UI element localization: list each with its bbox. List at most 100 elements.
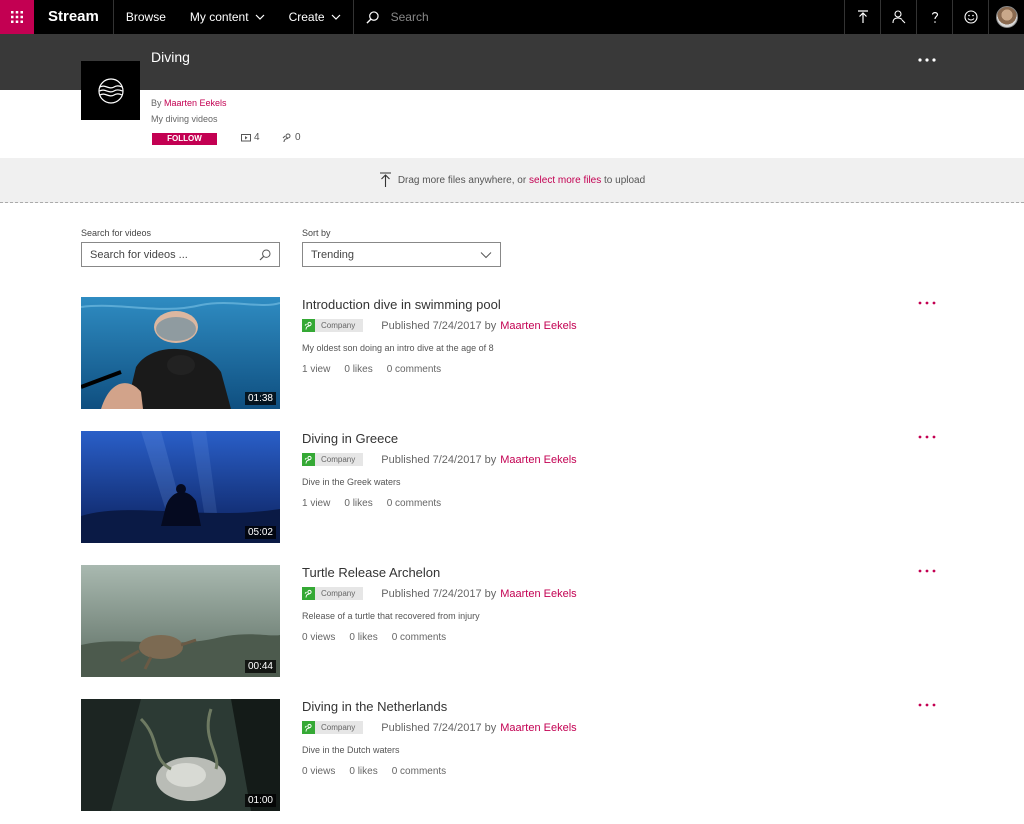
video-duration: 00:44 [244, 660, 276, 673]
video-icon [241, 133, 251, 141]
waffle-icon [11, 11, 23, 23]
channel-more-options-icon[interactable] [916, 52, 938, 68]
video-thumbnail[interactable]: 00:44 [81, 565, 280, 677]
channel-video-count: 4 [241, 132, 260, 143]
view-count: 0 views [302, 632, 336, 643]
visibility-badge-label: Company [321, 723, 356, 732]
global-search-placeholder: Search [390, 10, 429, 24]
more-options-icon[interactable] [917, 433, 937, 441]
upload-arrow-icon [379, 172, 391, 187]
video-duration: 01:00 [244, 794, 276, 807]
search-videos-input[interactable]: Search for videos ... [81, 242, 280, 267]
comment-count: 0 comments [391, 632, 447, 643]
sort-by-label: Sort by [302, 228, 331, 238]
company-icon [302, 453, 315, 466]
video-description: Dive in the Greek waters [302, 477, 401, 487]
global-search-input[interactable]: Search [354, 0, 844, 34]
video-thumbnail[interactable]: 01:00 [81, 699, 280, 811]
channel-title: Diving [151, 49, 190, 65]
like-count: 0 likes [349, 632, 378, 643]
company-icon [302, 587, 315, 600]
upload-icon [857, 10, 868, 23]
more-options-icon[interactable] [917, 299, 937, 307]
people-button[interactable] [880, 0, 916, 34]
follower-count-value: 0 [295, 132, 301, 143]
nav-create-label: Create [288, 10, 325, 24]
video-duration: 05:02 [244, 526, 276, 539]
author-link[interactable]: Maarten Eekels [500, 588, 576, 600]
video-title[interactable]: Diving in Greece [302, 431, 398, 446]
follow-button[interactable]: FOLLOW [152, 133, 217, 145]
visibility-badge: Company [302, 721, 364, 734]
video-stats: 0 views 0 likes 0 comments [302, 766, 446, 777]
upload-button[interactable] [844, 0, 880, 34]
company-icon [302, 319, 315, 332]
chevron-down-icon [255, 14, 265, 20]
more-options-icon[interactable] [917, 701, 937, 709]
account-button[interactable] [988, 0, 1024, 34]
upload-text: Drag more files anywhere, or select more… [398, 175, 645, 186]
video-stats: 0 views 0 likes 0 comments [302, 632, 446, 643]
video-duration: 01:38 [244, 392, 276, 405]
video-description: My oldest son doing an intro dive at the… [302, 343, 494, 353]
like-count: 0 likes [344, 498, 373, 509]
video-meta: Company Published 7/24/2017 by Maarten E… [302, 721, 577, 734]
video-stats: 1 view 0 likes 0 comments [302, 498, 441, 509]
video-list-item[interactable]: 05:02 Diving in Greece Company Published… [81, 431, 951, 543]
comment-count: 0 comments [386, 364, 442, 375]
nav-browse-label: Browse [125, 10, 166, 24]
app-launcher-button[interactable] [0, 0, 34, 34]
comment-count: 0 comments [391, 766, 447, 777]
smiley-icon [963, 10, 978, 24]
help-button[interactable] [916, 0, 952, 34]
video-title[interactable]: Introduction dive in swimming pool [302, 297, 501, 312]
channel-description: My diving videos [151, 114, 218, 124]
video-thumbnail[interactable]: 01:38 [81, 297, 280, 409]
video-description: Release of a turtle that recovered from … [302, 611, 480, 621]
upload-drop-zone[interactable]: Drag more files anywhere, or select more… [0, 158, 1024, 203]
video-list-item[interactable]: 01:38 Introduction dive in swimming pool… [81, 297, 951, 409]
view-count: 0 views [302, 766, 336, 777]
more-options-icon[interactable] [917, 567, 937, 575]
channel-logo [81, 61, 140, 120]
video-list-item[interactable]: 01:00 Diving in the Netherlands Company … [81, 699, 951, 811]
visibility-badge-label: Company [321, 589, 356, 598]
app-brand[interactable]: Stream [34, 0, 113, 34]
view-count: 1 view [302, 498, 331, 509]
like-count: 0 likes [344, 364, 373, 375]
search-videos-placeholder: Search for videos ... [90, 248, 188, 261]
feedback-button[interactable] [952, 0, 988, 34]
channel-follower-count: 0 [282, 132, 301, 143]
search-videos-label: Search for videos [81, 228, 152, 238]
search-icon [259, 248, 271, 260]
chevron-down-icon [480, 251, 492, 258]
video-title[interactable]: Turtle Release Archelon [302, 565, 440, 580]
visibility-badge: Company [302, 319, 364, 332]
video-list-item[interactable]: 00:44 Turtle Release Archelon Company Pu… [81, 565, 951, 677]
company-icon [302, 721, 315, 734]
nav-my-content-label: My content [189, 10, 249, 24]
video-count-value: 4 [254, 132, 260, 143]
sort-by-select[interactable]: Trending [302, 242, 501, 267]
author-link[interactable]: Maarten Eekels [500, 722, 576, 734]
followers-icon [282, 133, 291, 142]
author-link[interactable]: Maarten Eekels [500, 320, 576, 332]
visibility-badge: Company [302, 453, 364, 466]
channel-owner-link[interactable]: Maarten Eekels [164, 98, 227, 108]
top-navigation-bar: Stream Browse My content Create Search [0, 0, 1024, 34]
channel-owner-prefix: By [151, 98, 165, 108]
upload-text-suffix: to upload [601, 174, 646, 186]
avatar [995, 6, 1018, 28]
channel-owner-line: By Maarten Eekels [151, 98, 227, 108]
nav-browse[interactable]: Browse [114, 0, 178, 34]
video-meta: Company Published 7/24/2017 by Maarten E… [302, 453, 577, 466]
video-thumbnail[interactable]: 05:02 [81, 431, 280, 543]
author-link[interactable]: Maarten Eekels [500, 454, 576, 466]
comment-count: 0 comments [386, 498, 442, 509]
published-text: Published 7/24/2017 by [381, 721, 497, 734]
nav-create[interactable]: Create [277, 0, 353, 34]
published-text: Published 7/24/2017 by [381, 453, 497, 466]
video-title[interactable]: Diving in the Netherlands [302, 699, 447, 714]
nav-my-content[interactable]: My content [178, 0, 277, 34]
select-more-files-link[interactable]: select more files [529, 175, 601, 186]
